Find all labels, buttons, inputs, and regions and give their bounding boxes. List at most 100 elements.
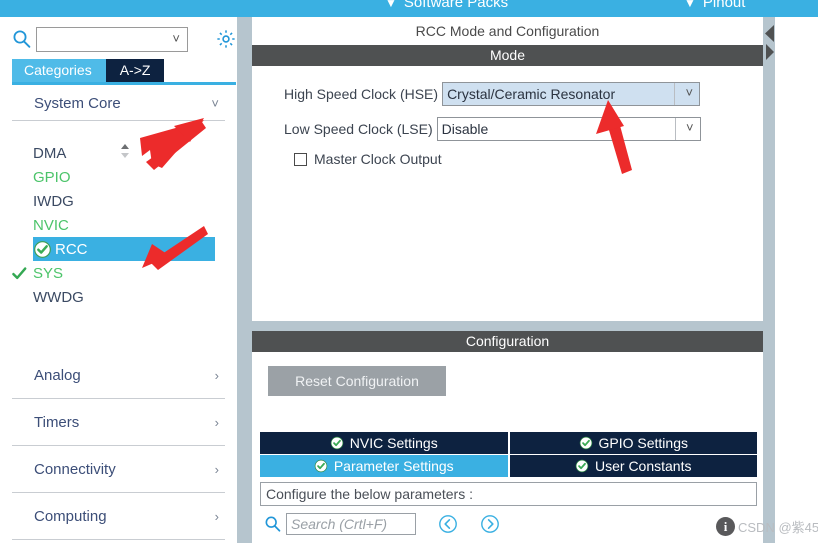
configuration-tab-row-1: NVIC Settings GPIO Settings <box>260 432 757 454</box>
sidebar-category-connectivity[interactable]: Connectivity › <box>12 446 225 493</box>
chevron-right-icon: › <box>214 461 219 477</box>
parameter-search-input[interactable]: Search (Crtl+F) <box>286 513 416 535</box>
search-icon <box>12 29 32 49</box>
chevron-down-icon: ▼ <box>684 0 696 10</box>
sidebar-category-system-core[interactable]: System Core ˅ <box>12 87 225 121</box>
system-core-items: DMA GPIO IWDG NVIC RCC SYS WWDG <box>0 141 237 309</box>
tab-label: GPIO Settings <box>598 435 688 451</box>
peripheral-tree: System Core ˅ DMA GPIO IWDG NVIC RCC SYS… <box>0 87 237 543</box>
topbar-item-pinout[interactable]: ▼ Pinout <box>684 0 745 11</box>
tab-label: Parameter Settings <box>333 458 454 474</box>
check-circle-icon <box>575 459 589 473</box>
master-clock-output-checkbox[interactable] <box>294 152 307 166</box>
field-row-hse: High Speed Clock (HSE) Crystal/Ceramic R… <box>284 82 701 106</box>
chevron-right-icon: › <box>214 414 219 430</box>
sidebar-category-label: System Core <box>34 95 121 112</box>
vertical-splitter-right[interactable] <box>763 17 775 543</box>
sidebar-item-sys[interactable]: SYS <box>0 261 237 285</box>
check-icon <box>10 264 29 283</box>
sidebar-item-label: NVIC <box>33 216 69 234</box>
tab-nvic-settings[interactable]: NVIC Settings <box>260 432 508 454</box>
search-input[interactable]: ˅ <box>36 27 188 52</box>
tabs-underline <box>12 82 236 85</box>
sidebar-category-list: Analog › Timers › Connectivity › Computi… <box>0 352 237 540</box>
tab-user-constants[interactable]: User Constants <box>507 455 757 477</box>
tab-parameter-settings[interactable]: Parameter Settings <box>260 455 508 477</box>
sidebar-item-rcc[interactable]: RCC <box>33 237 215 261</box>
topbar-item-label: Pinout <box>702 0 746 11</box>
sidebar-item-nvic[interactable]: NVIC <box>0 213 237 237</box>
sidebar-item-label: GPIO <box>33 168 71 186</box>
topbar-item-software-packs[interactable]: ▼ Software Packs <box>385 0 508 11</box>
sidebar-category-label: Computing <box>34 507 107 525</box>
sidebar-item-label: RCC <box>55 240 88 258</box>
configuration-tab-row-2: Parameter Settings User Constants <box>260 455 757 477</box>
sidebar-item-label: WWDG <box>33 288 84 306</box>
sidebar-item-iwdg[interactable]: IWDG <box>0 189 237 213</box>
dropdown-hse-value: Crystal/Ceramic Resonator <box>447 86 616 102</box>
watermark: i CSDN @紫456 <box>716 517 818 536</box>
chevron-right-icon: › <box>214 508 219 524</box>
topbar-left-fill <box>0 0 252 17</box>
stm32cubemx-window: ▼ Software Packs ▼ Pinout ˅ Categories A… <box>0 0 818 543</box>
sidebar-category-label: Connectivity <box>34 460 116 478</box>
chevron-down-icon: ˅ <box>686 120 694 135</box>
top-menu-bar: ▼ Software Packs ▼ Pinout <box>252 0 818 17</box>
watermark-badge: i <box>716 517 735 536</box>
check-circle-icon <box>33 240 52 259</box>
configuration-tabs: NVIC Settings GPIO Settings Parameter Se… <box>260 432 757 477</box>
mode-section-header: Mode <box>252 45 763 66</box>
gear-icon[interactable] <box>215 28 237 50</box>
configure-parameters-label: Configure the below parameters : <box>260 482 757 506</box>
main-panel: RCC Mode and Configuration Mode High Spe… <box>252 17 763 543</box>
check-circle-icon <box>330 436 344 450</box>
checkbox-row-master-clock-output[interactable]: Master Clock Output <box>294 151 442 167</box>
tab-label: User Constants <box>595 458 692 474</box>
sidebar-category-label: Timers <box>34 413 80 431</box>
sidebar-item-gpio[interactable]: GPIO <box>0 165 237 189</box>
sidebar-tabs: Categories A->Z <box>12 59 165 82</box>
sidebar-item-label: DMA <box>33 144 67 162</box>
check-circle-icon <box>579 436 593 450</box>
dropdown-lse-value: Disable <box>441 121 489 137</box>
dropdown-separator <box>674 118 676 140</box>
configuration-section-header: Configuration <box>252 331 763 352</box>
tab-gpio-settings[interactable]: GPIO Settings <box>507 432 757 454</box>
sidebar-search-row: ˅ <box>0 22 237 57</box>
splitter-collapse-arrows[interactable] <box>764 20 776 65</box>
search-icon <box>264 515 282 533</box>
master-clock-output-label: Master Clock Output <box>314 151 442 167</box>
sidebar-item-wwdg[interactable]: WWDG <box>0 285 237 309</box>
chevron-right-icon: › <box>214 367 219 383</box>
sidebar-panel: ˅ Categories A->Z System Core ˅ DMA GPIO… <box>0 17 237 543</box>
tab-categories[interactable]: Categories <box>12 59 106 82</box>
sidebar-item-label: IWDG <box>33 192 74 210</box>
chevron-down-icon: ˅ <box>685 85 694 100</box>
next-circle-icon[interactable] <box>480 514 500 534</box>
dropdown-separator <box>674 83 676 105</box>
tab-a-to-z[interactable]: A->Z <box>105 59 165 82</box>
vertical-splitter-left[interactable] <box>237 17 252 543</box>
panel-divider <box>252 321 763 331</box>
sidebar-item-dma[interactable]: DMA <box>0 141 237 165</box>
tab-label: NVIC Settings <box>349 435 438 451</box>
reset-configuration-button[interactable]: Reset Configuration <box>268 366 446 396</box>
dropdown-lse[interactable]: Disable ˅ <box>436 117 701 141</box>
sidebar-category-computing[interactable]: Computing › <box>12 493 225 540</box>
field-row-lse: Low Speed Clock (LSE) Disable ˅ <box>284 117 701 141</box>
field-label-lse: Low Speed Clock (LSE) <box>284 121 433 137</box>
parameter-search-row: Search (Crtl+F) <box>260 512 757 536</box>
chevron-down-icon: ˅ <box>211 96 219 111</box>
watermark-text: CSDN @紫456 <box>738 520 818 535</box>
sidebar-category-analog[interactable]: Analog › <box>12 352 225 399</box>
right-empty-area <box>775 17 818 543</box>
chevron-down-icon: ▼ <box>385 0 397 10</box>
dropdown-hse[interactable]: Crystal/Ceramic Resonator ˅ <box>442 82 701 106</box>
prev-circle-icon[interactable] <box>438 514 458 534</box>
mode-section-body: High Speed Clock (HSE) Crystal/Ceramic R… <box>252 66 763 321</box>
sidebar-category-label: Analog <box>34 366 81 384</box>
sidebar-category-timers[interactable]: Timers › <box>12 399 225 446</box>
check-circle-icon <box>314 459 328 473</box>
topbar-item-label: Software Packs <box>403 0 509 11</box>
field-label-hse: High Speed Clock (HSE) <box>284 86 439 102</box>
